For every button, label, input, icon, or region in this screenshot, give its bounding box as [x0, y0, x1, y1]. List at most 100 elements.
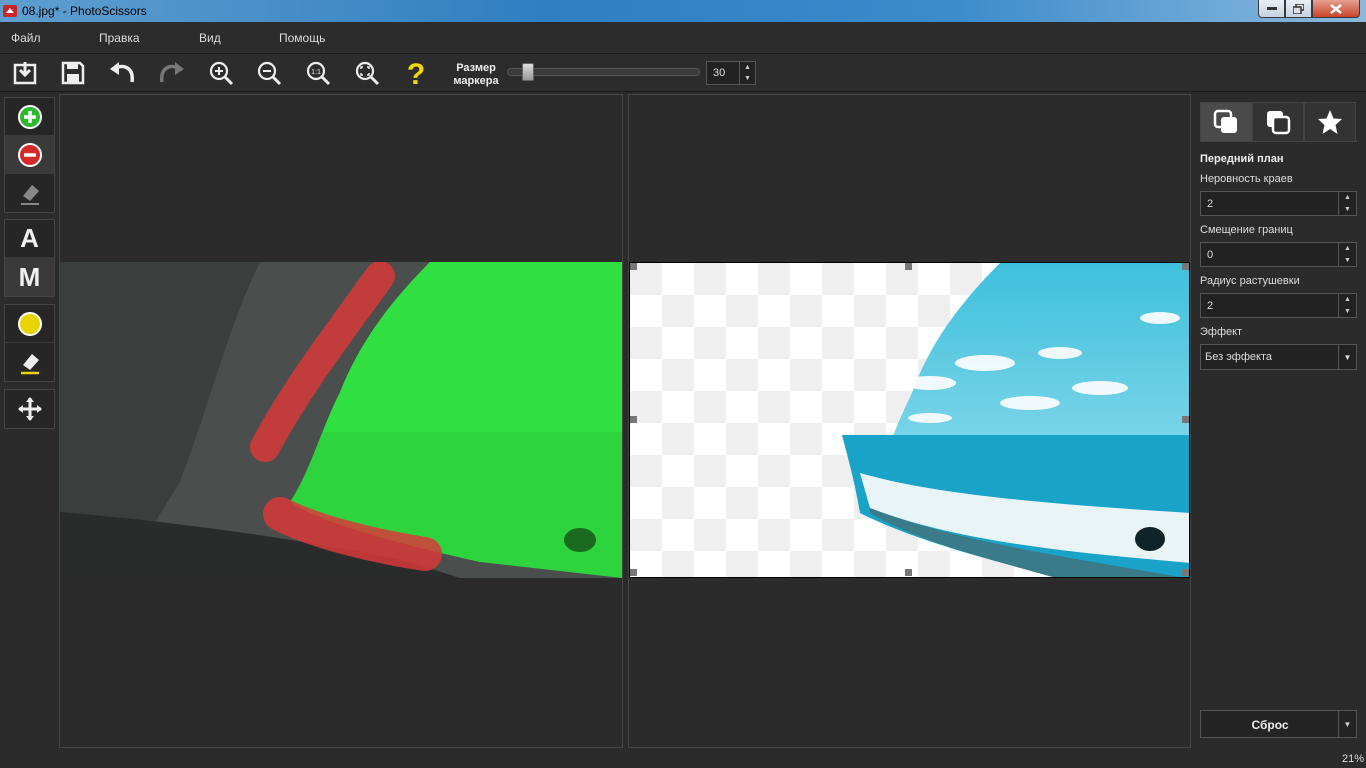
chevron-down-icon[interactable]: ▼: [1338, 711, 1356, 737]
menu-file[interactable]: Файл: [11, 31, 41, 45]
edge-roughness-value: 2: [1207, 197, 1214, 210]
marker-size-label: Размер маркера: [448, 62, 504, 88]
resize-handle[interactable]: [1182, 416, 1189, 423]
background-tab-icon: [1267, 111, 1291, 135]
color-marker-button[interactable]: [5, 305, 54, 343]
zoom-out-button[interactable]: [254, 58, 284, 88]
resize-handle[interactable]: [905, 569, 912, 576]
menu-edit[interactable]: Правка: [99, 31, 140, 45]
redo-button[interactable]: [157, 58, 187, 88]
eraser-icon: [20, 354, 39, 375]
effect-label: Эффект: [1200, 326, 1243, 338]
spin-up-icon[interactable]: ▲: [1339, 243, 1356, 255]
title-bar: 08.jpg* - PhotoScissors: [0, 0, 1366, 22]
close-icon: [1330, 3, 1342, 14]
source-image[interactable]: [60, 262, 622, 578]
color-tools: [4, 304, 55, 382]
yellow-circle-icon: [17, 311, 42, 336]
eraser-icon: [20, 185, 39, 205]
zoom-in-icon: [209, 61, 234, 86]
zoom-in-button[interactable]: [206, 58, 236, 88]
marker-tools: [4, 97, 55, 213]
settings-tabs: [1200, 102, 1357, 142]
menu-bar: Файл Правка Вид Помощь: [0, 22, 1366, 54]
feather-radius-spinbox[interactable]: 2 ▲ ▼: [1200, 293, 1357, 318]
save-button[interactable]: [58, 58, 88, 88]
spin-up-icon[interactable]: ▲: [1339, 192, 1356, 204]
eraser-button[interactable]: [5, 174, 54, 212]
open-icon: [13, 62, 37, 85]
edge-roughness-label: Неровность краев: [1200, 173, 1293, 185]
zoom-fit-button[interactable]: [352, 58, 382, 88]
undo-icon: [110, 62, 134, 83]
marker-size-value: 30: [713, 67, 726, 79]
foreground-marker-button[interactable]: [5, 98, 54, 136]
spin-up-icon[interactable]: ▲: [1339, 294, 1356, 306]
marker-size-spinbox[interactable]: 30 ▲ ▼: [706, 61, 756, 85]
spin-up-icon[interactable]: ▲: [740, 62, 755, 73]
menu-view[interactable]: Вид: [199, 31, 221, 45]
zoom-level: 21%: [1341, 753, 1364, 765]
help-icon: ?: [407, 59, 425, 87]
auto-mode-label: A: [20, 223, 39, 253]
foreground-tab-icon: [1213, 109, 1237, 133]
undo-button[interactable]: [107, 58, 137, 88]
window-title: 08.jpg* - PhotoScissors: [22, 4, 147, 18]
resize-handle[interactable]: [630, 569, 637, 576]
effects-tab-icon: [1318, 110, 1342, 134]
manual-mode-button[interactable]: M: [5, 258, 54, 296]
background-marker-button[interactable]: [5, 136, 54, 174]
move-button[interactable]: [5, 390, 54, 428]
maximize-button[interactable]: [1285, 0, 1312, 18]
zoom-actual-icon: 1:1: [306, 61, 331, 86]
save-icon: [61, 61, 85, 85]
color-eraser-button[interactable]: [5, 343, 54, 381]
marker-size-slider-thumb[interactable]: [522, 63, 534, 81]
open-button[interactable]: [10, 58, 40, 88]
marker-label-line2: маркера: [453, 75, 499, 87]
feather-radius-value: 2: [1207, 299, 1214, 312]
close-button[interactable]: [1312, 0, 1360, 18]
help-button[interactable]: ?: [401, 58, 431, 88]
chevron-down-icon: ▼: [1338, 345, 1356, 369]
resize-handle[interactable]: [630, 416, 637, 423]
spin-down-icon[interactable]: ▼: [1339, 204, 1356, 216]
menu-help[interactable]: Помощь: [279, 31, 325, 45]
resize-handle[interactable]: [630, 263, 637, 270]
reset-button[interactable]: Сброс ▼: [1200, 710, 1357, 738]
result-image-canvas: [630, 263, 1189, 577]
manual-mode-label: M: [18, 261, 41, 292]
marker-label-line1: Размер: [456, 62, 496, 74]
effect-dropdown[interactable]: Без эффекта ▼: [1200, 344, 1357, 370]
tab-foreground[interactable]: [1200, 102, 1252, 142]
svg-text:1:1: 1:1: [311, 69, 321, 76]
minimize-icon: [1266, 6, 1277, 10]
minus-circle-icon: [17, 142, 42, 167]
zoom-fit-icon: [355, 61, 380, 86]
tab-background[interactable]: [1252, 102, 1304, 142]
marker-size-slider[interactable]: [507, 68, 700, 76]
resize-handle[interactable]: [905, 263, 912, 270]
restore-icon: [1293, 3, 1304, 14]
mode-tools: A M: [4, 219, 55, 297]
move-icon: [17, 397, 42, 421]
edge-roughness-spinbox[interactable]: 2 ▲ ▼: [1200, 191, 1357, 216]
effect-value: Без эффекта: [1205, 351, 1272, 363]
result-image[interactable]: [629, 262, 1190, 578]
spin-down-icon[interactable]: ▼: [1339, 255, 1356, 267]
resize-handle[interactable]: [1182, 263, 1189, 270]
window-controls: [1258, 0, 1360, 18]
spin-down-icon[interactable]: ▼: [740, 73, 755, 84]
move-tools: [4, 389, 55, 429]
zoom-actual-button[interactable]: 1:1: [303, 58, 333, 88]
feather-radius-label: Радиус растушевки: [1200, 275, 1300, 287]
spin-down-icon[interactable]: ▼: [1339, 306, 1356, 318]
tab-effects[interactable]: [1304, 102, 1356, 142]
reset-label: Сброс: [1251, 718, 1289, 732]
border-offset-spinbox[interactable]: 0 ▲ ▼: [1200, 242, 1357, 267]
auto-mode-button[interactable]: A: [5, 220, 54, 258]
resize-handle[interactable]: [1182, 569, 1189, 576]
app-icon: [3, 5, 17, 17]
minimize-button[interactable]: [1258, 0, 1285, 18]
source-image-canvas: [60, 262, 622, 578]
